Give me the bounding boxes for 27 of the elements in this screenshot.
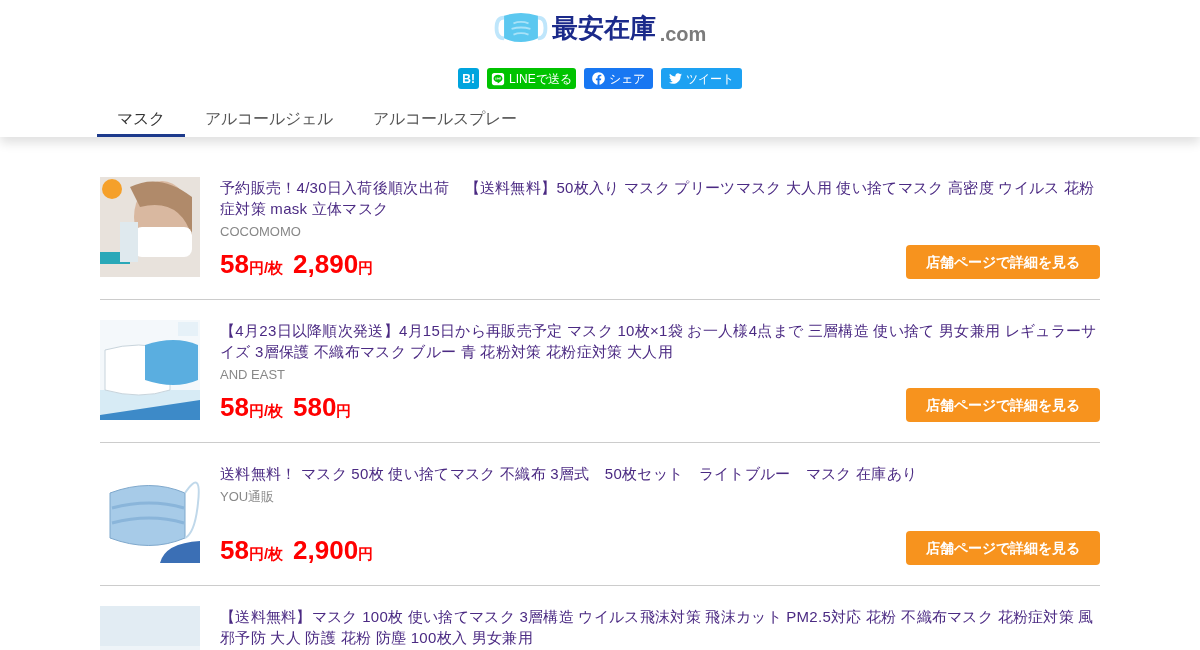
chat-bubble-icon [491,71,505,86]
category-tab[interactable]: マスク [97,103,185,137]
unit-price: 58 [220,536,249,563]
product-title-link[interactable]: 送料無料！ マスク 50枚 使い捨てマスク 不織布 3層式 50枚セット ライトブルー マスク 在庫あり [220,463,1100,484]
product-title-link[interactable]: 予約販売！4/30日入荷後順次出荷 【送料無料】50枚入り マスク プリーツマスク 大人用 使い捨てマスク 高密度 ウイルス 花粉症対策 mask 立体マスク [220,177,1100,219]
bird-icon [668,72,682,85]
category-tab[interactable]: アルコールスプレー [353,103,537,137]
total-price: 2,900 [293,536,359,563]
facebook-icon [591,72,605,85]
share-button[interactable]: シェア [583,68,653,89]
product-title-link[interactable]: 【4月23日以降順次発送】4月15日から再販売予定 マスク 10枚×1袋 お一人様4点まで 三層構造 使い捨て 男女兼用 レギュラーサイズ 3層保護 不織布マスク ブルー 青 花粉対策 花粉症対策 大人用 [220,320,1100,362]
shop-name: AND EAST [220,366,286,384]
shop-name: YOU通販 [220,488,276,506]
shop-name: COCOMOMO [220,223,302,241]
unit-price: 58 [220,250,249,277]
total-price: 2,890 [293,250,359,277]
price-suffix: 円 [358,543,374,564]
unit-price-suffix: 円/枚 [248,257,284,278]
product-title-link[interactable]: 【送料無料】マスク 100枚 使い捨てマスク 3層構造 ウイルス飛沫対策 飛沫カット PM2.5対応 花粉 不織布マスク 花粉症対策 風邪予防 大人 防護 花粉 防塵 100枚入 男女兼用 [220,606,1100,648]
face-mask-icon [493,12,548,44]
unit-price-suffix: 円/枚 [248,543,284,564]
unit-price-suffix: 円/枚 [248,400,284,421]
unit-price: 58 [220,393,249,420]
price-suffix: 円 [358,257,374,278]
category-tab[interactable]: アルコールジェル [185,103,353,137]
total-price: 580 [293,393,337,420]
price-suffix: 円 [336,401,352,421]
